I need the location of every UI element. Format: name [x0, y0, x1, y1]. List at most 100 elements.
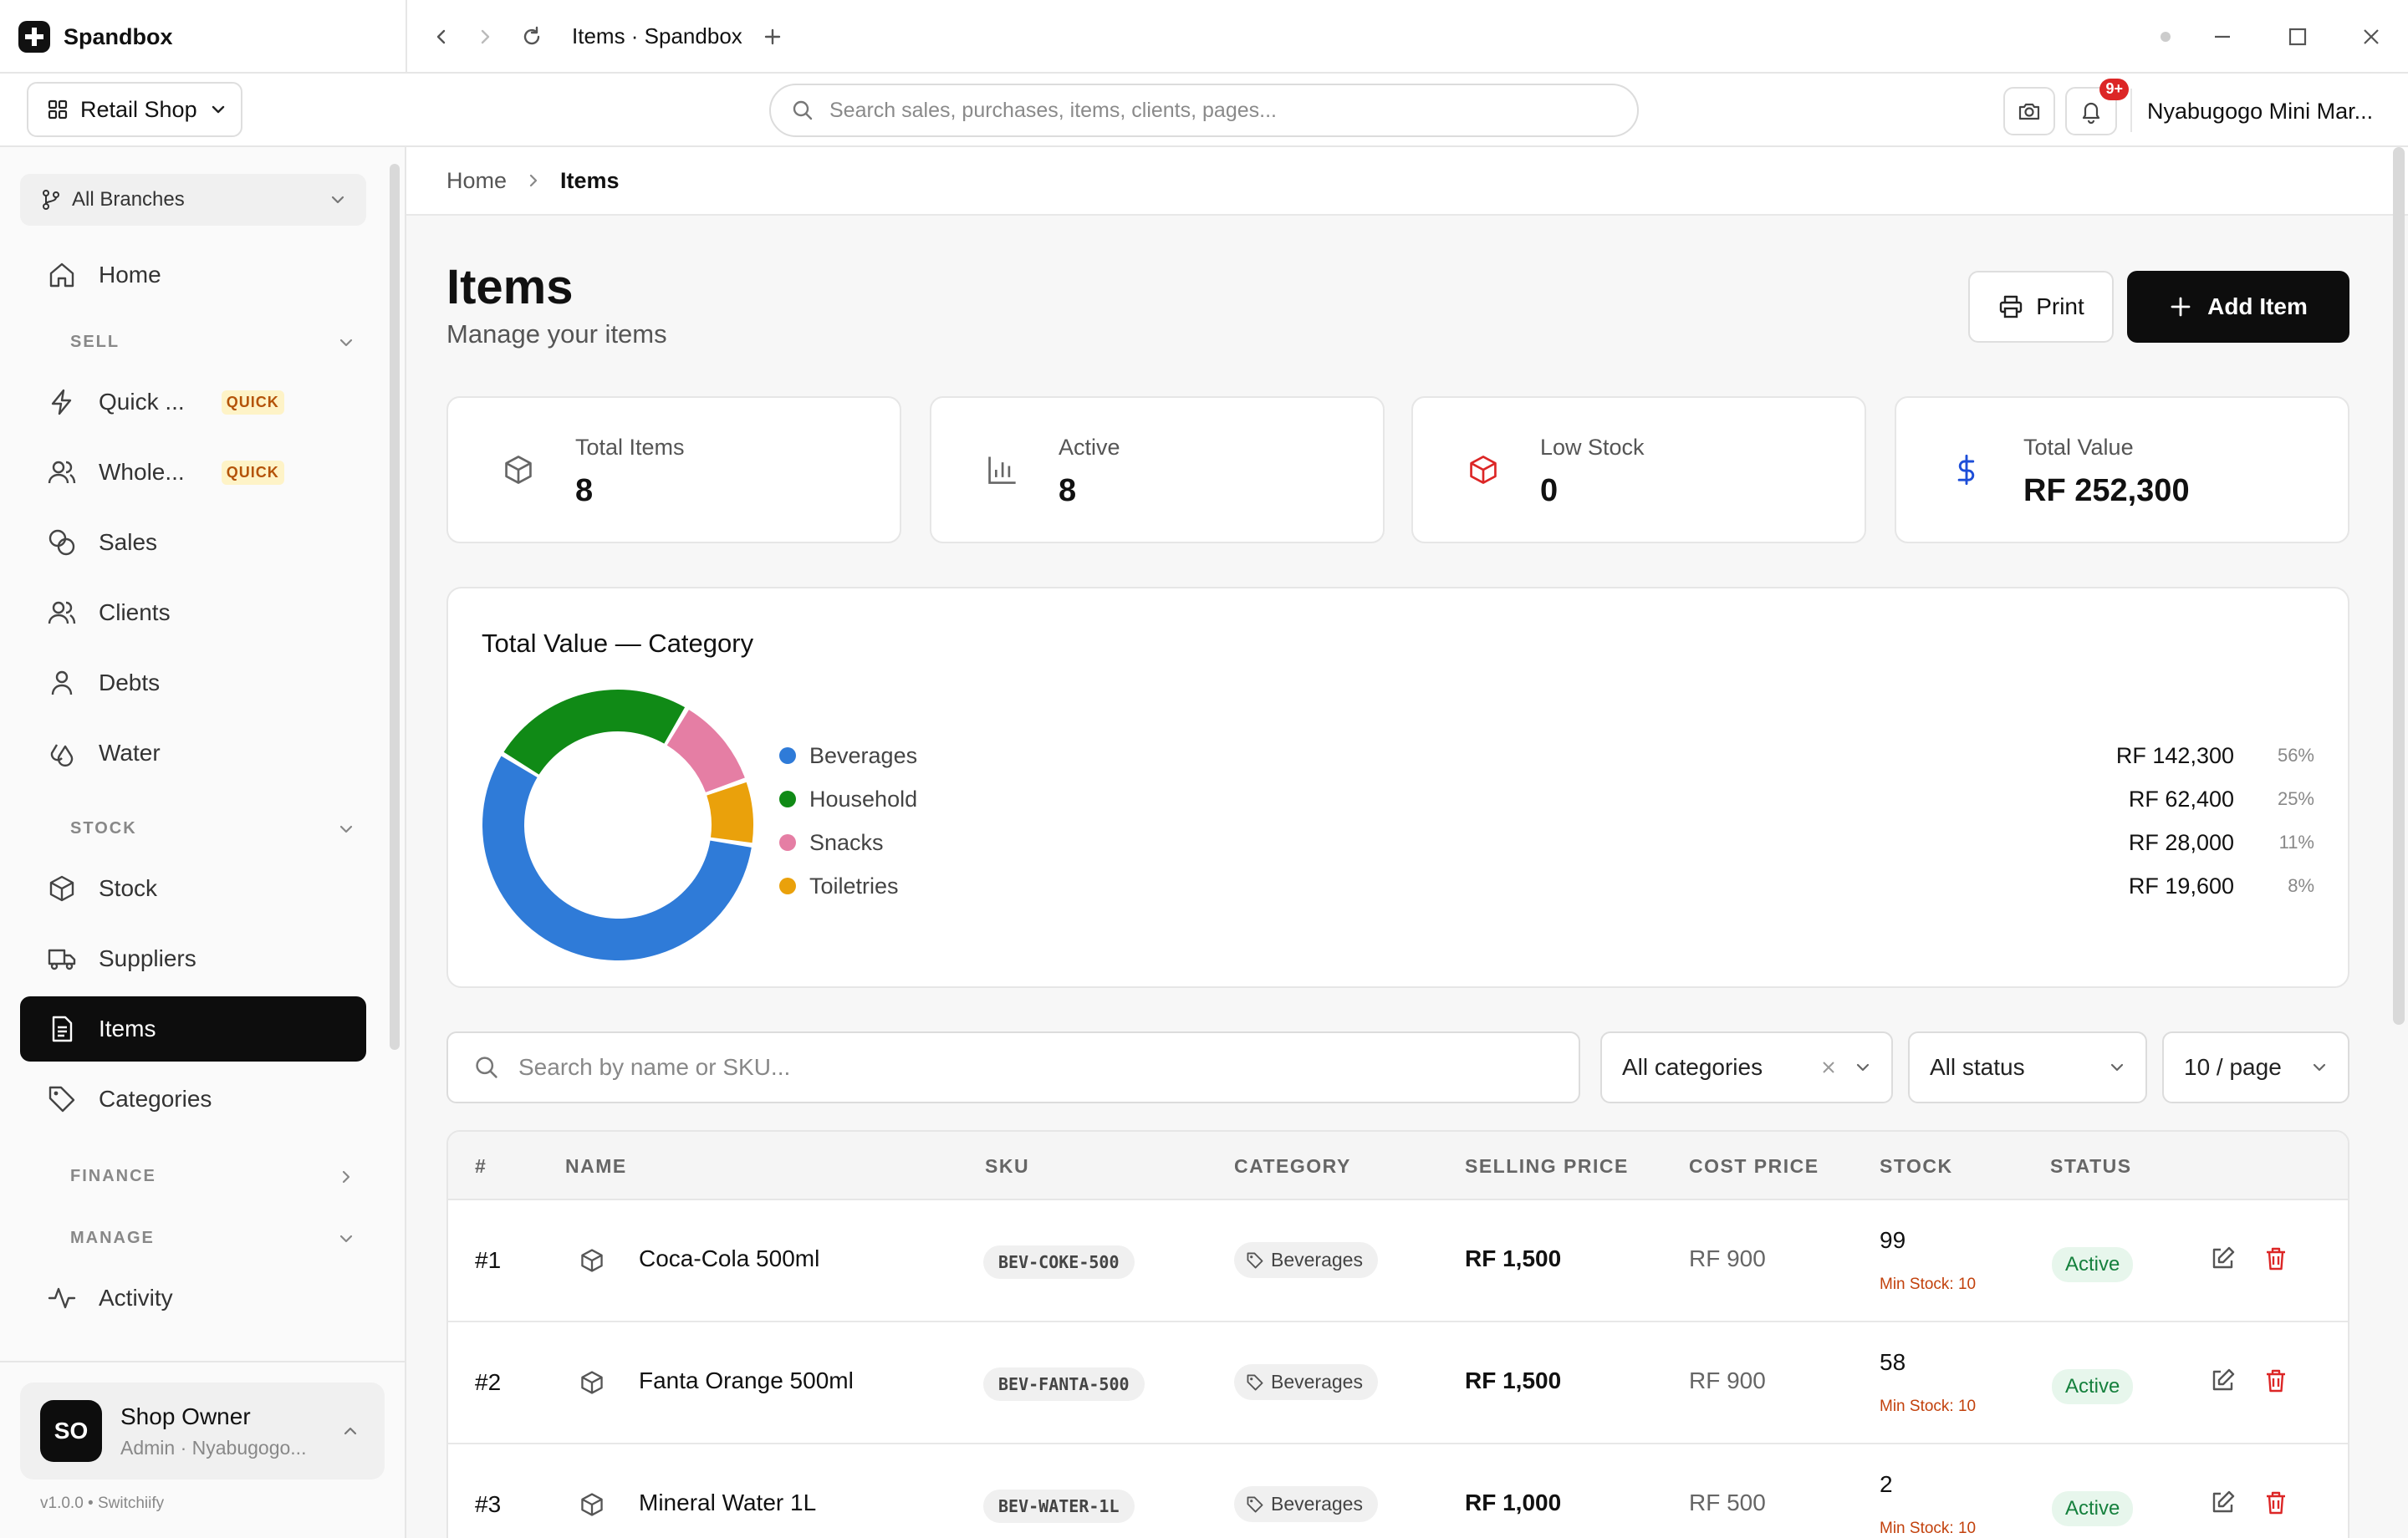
- item-name[interactable]: Mineral Water 1L: [639, 1490, 816, 1516]
- sidebar-item-wholesale[interactable]: Whole... QUICK: [20, 440, 366, 505]
- section-manage[interactable]: MANAGE: [70, 1229, 355, 1248]
- dollar-icon: [1948, 451, 1985, 488]
- camera-button[interactable]: [2003, 87, 2055, 135]
- trash-icon[interactable]: [2263, 1490, 2293, 1520]
- sidebar-item-quick-sale[interactable]: Quick ... QUICK: [20, 369, 366, 435]
- selling-price: RF 1,500: [1465, 1245, 1562, 1271]
- add-item-button[interactable]: Add Item: [2127, 271, 2349, 343]
- camera-icon: [2018, 103, 2040, 120]
- edit-icon[interactable]: [2209, 1490, 2239, 1520]
- tag-icon: [1247, 1252, 1263, 1268]
- new-tab-button[interactable]: [756, 20, 789, 53]
- legend-value: RF 62,400: [2128, 786, 2234, 812]
- legend-item[interactable]: Snacks RF 28,000 11%: [779, 826, 2314, 859]
- print-button[interactable]: Print: [1968, 271, 2114, 343]
- column-header[interactable]: STOCK: [1880, 1155, 1953, 1178]
- notifications-button[interactable]: 9+: [2065, 79, 2129, 135]
- legend-label: Beverages: [809, 742, 918, 768]
- min-stock: Min Stock: 10: [1880, 1520, 1977, 1537]
- sidebar-item-categories[interactable]: Categories: [20, 1067, 366, 1132]
- category-filter-select[interactable]: All categories: [1600, 1031, 1893, 1103]
- legend-swatch: [779, 834, 796, 851]
- category-pill: Beverages: [1234, 1364, 1378, 1400]
- table-row[interactable]: #2 Fanta Orange 500ml BEV-FANTA-500 Beve…: [448, 1322, 2348, 1444]
- breadcrumb-home[interactable]: Home: [446, 168, 507, 194]
- legend-swatch: [779, 791, 796, 807]
- legend-label: Household: [809, 786, 918, 812]
- grid-icon: [48, 99, 68, 120]
- column-header[interactable]: NAME: [565, 1155, 627, 1178]
- column-header[interactable]: COST PRICE: [1689, 1155, 1819, 1178]
- item-name[interactable]: Coca-Cola 500ml: [639, 1245, 819, 1272]
- selling-price: RF 1,000: [1465, 1490, 1562, 1515]
- table-row[interactable]: #1 Coca-Cola 500ml BEV-COKE-500 Beverage…: [448, 1200, 2348, 1322]
- maximize-button[interactable]: [2281, 20, 2314, 53]
- column-header[interactable]: SKU: [985, 1155, 1029, 1178]
- stat-label: Low Stock: [1540, 435, 1645, 460]
- sidebar-item-home[interactable]: Home: [20, 242, 366, 308]
- chevron-down-icon: [1856, 1063, 1870, 1072]
- legend-item[interactable]: Toiletries RF 19,600 8%: [779, 869, 2314, 903]
- column-header[interactable]: STATUS: [2050, 1155, 2132, 1178]
- edit-icon[interactable]: [2209, 1367, 2239, 1398]
- legend-percent: 25%: [2277, 788, 2314, 809]
- legend-item[interactable]: Beverages RF 142,300 56%: [779, 739, 2314, 772]
- item-search-input[interactable]: Search by name or SKU...: [446, 1031, 1580, 1103]
- droplets-icon: [45, 736, 79, 770]
- chart-title: Total Value — Category: [482, 629, 754, 658]
- branch-selector[interactable]: All Branches: [20, 174, 366, 226]
- global-search-input[interactable]: Search sales, purchases, items, clients,…: [769, 84, 1639, 137]
- donut-slice-household[interactable]: [503, 690, 686, 775]
- close-window-button[interactable]: [2354, 20, 2388, 53]
- sidebar-item-stock[interactable]: Stock: [20, 856, 366, 921]
- org-name[interactable]: Nyabugogo Mini Mar...: [2147, 99, 2373, 125]
- stat-card-total-items: Total Items 8: [446, 396, 901, 543]
- user-profile-card[interactable]: SO Shop Owner Admin · Nyabugogo...: [20, 1383, 385, 1479]
- forward-button[interactable]: [468, 20, 502, 53]
- column-header: #: [475, 1155, 487, 1177]
- stat-label: Total Items: [575, 435, 685, 460]
- chevron-right-icon: [342, 1170, 350, 1183]
- item-name[interactable]: Fanta Orange 500ml: [639, 1367, 854, 1394]
- chevron-down-icon: [339, 825, 353, 833]
- section-sell[interactable]: SELL: [70, 333, 355, 352]
- sidebar-item-clients[interactable]: Clients: [20, 580, 366, 645]
- user-icon: [45, 666, 79, 700]
- chevron-down-icon: [212, 105, 224, 114]
- title-bar: Spandbox Items · Spandbox: [0, 0, 2408, 74]
- back-button[interactable]: [425, 20, 458, 53]
- tab-title[interactable]: Items · Spandbox: [572, 23, 742, 49]
- column-header[interactable]: SELLING PRICE: [1465, 1155, 1629, 1178]
- minimize-button[interactable]: [2206, 20, 2239, 53]
- edit-icon[interactable]: [2209, 1245, 2239, 1276]
- page-size-select[interactable]: 10 / page: [2162, 1031, 2349, 1103]
- sidebar-item-items[interactable]: Items: [20, 996, 366, 1062]
- section-finance[interactable]: FINANCE: [70, 1167, 355, 1186]
- stat-card-total-value: Total Value RF 252,300: [1895, 396, 2349, 543]
- sidebar-item-debts[interactable]: Debts: [20, 650, 366, 716]
- column-header[interactable]: CATEGORY: [1234, 1155, 1351, 1178]
- sidebar-item-activity[interactable]: Activity: [20, 1266, 366, 1331]
- file-text-icon: [45, 1012, 79, 1046]
- sidebar-scrollbar[interactable]: [390, 164, 400, 1050]
- app-logo-icon: [18, 21, 50, 53]
- add-item-label: Add Item: [2207, 293, 2308, 319]
- donut-slice-snacks[interactable]: [666, 710, 745, 792]
- sidebar-item-suppliers[interactable]: Suppliers: [20, 926, 366, 991]
- trash-icon[interactable]: [2263, 1367, 2293, 1398]
- sidebar-item-label: Home: [99, 262, 161, 288]
- reload-button[interactable]: [515, 20, 548, 53]
- section-stock[interactable]: STOCK: [70, 819, 355, 838]
- sidebar-item-water[interactable]: Water: [20, 721, 366, 786]
- sidebar-item-sales[interactable]: Sales: [20, 510, 366, 575]
- notification-badge: 9+: [2099, 79, 2129, 100]
- trash-icon[interactable]: [2263, 1245, 2293, 1276]
- donut-slice-toiletries[interactable]: [707, 782, 753, 843]
- table-row[interactable]: #3 Mineral Water 1L BEV-WATER-1L Beverag…: [448, 1444, 2348, 1538]
- legend-item[interactable]: Household RF 62,400 25%: [779, 782, 2314, 816]
- shop-switcher[interactable]: Retail Shop: [27, 82, 242, 137]
- chevron-up-icon: [344, 1427, 357, 1435]
- status-filter-select[interactable]: All status: [1908, 1031, 2147, 1103]
- sidebar-item-label: Categories: [99, 1086, 212, 1112]
- main-scrollbar[interactable]: [2393, 147, 2405, 1025]
